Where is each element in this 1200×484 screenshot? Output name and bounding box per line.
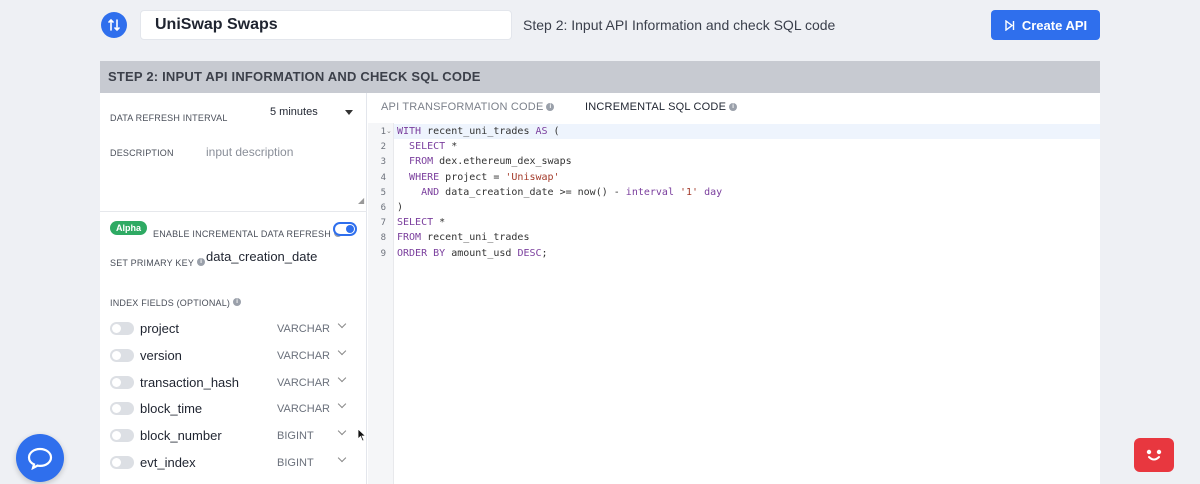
incremental-refresh-label: ENABLE INCREMENTAL DATA REFRESH (153, 229, 331, 239)
index-field-row: version VARCHAR (110, 346, 355, 366)
line-number: 2 (380, 142, 386, 153)
field-name: project (140, 321, 180, 336)
field-type-select[interactable]: BIGINT (277, 430, 314, 442)
index-field-toggle[interactable] (110, 456, 134, 469)
line-number: 9 (380, 248, 386, 259)
index-field-row: evt_index BIGINT (110, 453, 355, 473)
fold-chevron-icon[interactable]: ⌄ (386, 127, 392, 135)
index-field-toggle[interactable] (110, 429, 134, 442)
refresh-interval-row: DATA REFRESH INTERVAL 5 minutes (110, 106, 355, 126)
index-field-toggle[interactable] (110, 376, 134, 389)
field-name: block_number (140, 428, 222, 443)
index-fields-label: INDEX FIELDS (OPTIONAL) (110, 298, 231, 308)
chat-button[interactable] (16, 434, 64, 482)
incremental-refresh-row: ENABLE INCREMENTAL DATA REFRESHi (153, 224, 342, 242)
bot-help-button[interactable] (1134, 438, 1174, 472)
main-panel: STEP 2: INPUT API INFORMATION AND CHECK … (100, 61, 1100, 484)
index-fields-row: INDEX FIELDS (OPTIONAL) i (110, 293, 242, 311)
code-line[interactable]: WHERE project = 'Uniswap' (397, 172, 560, 183)
code-column: API TRANSFORMATION CODE i INCREMENTAL SQL… (368, 93, 1100, 484)
chevron-down-icon[interactable] (337, 426, 347, 436)
field-type-select[interactable]: VARCHAR (277, 377, 330, 389)
field-name: evt_index (140, 455, 196, 470)
alpha-badge: Alpha (110, 221, 148, 235)
code-line[interactable]: AND data_creation_date >= now() - interv… (397, 187, 722, 198)
index-field-row: block_number BIGINT (110, 426, 355, 446)
tab-incremental-sql-label: INCREMENTAL SQL CODE (585, 101, 727, 113)
field-type-select[interactable]: VARCHAR (277, 350, 330, 362)
step-description: Step 2: Input API Information and check … (523, 17, 836, 33)
resize-handle-icon[interactable]: ◢ (358, 196, 364, 205)
bot-face-icon (1146, 449, 1162, 461)
settings-column: DATA REFRESH INTERVAL 5 minutes DESCRIPT… (100, 93, 367, 484)
chevron-down-icon[interactable] (337, 373, 347, 383)
code-line[interactable]: FROM dex.ethereum_dex_swaps (397, 156, 572, 167)
play-skip-icon (1005, 19, 1015, 31)
index-field-toggle[interactable] (110, 322, 134, 335)
description-input[interactable]: input description (206, 145, 293, 159)
caret-down-icon[interactable] (345, 110, 353, 115)
line-number: 3 (380, 157, 386, 168)
index-field-row: project VARCHAR (110, 319, 355, 339)
code-line[interactable]: WITH recent_uni_trades AS ( (397, 126, 560, 137)
info-icon[interactable]: i (729, 103, 738, 112)
line-number: 6 (380, 203, 386, 213)
chevron-down-icon[interactable] (337, 319, 347, 329)
line-number: 5 (380, 187, 386, 198)
line-number: 4 (380, 172, 386, 183)
code-line[interactable]: FROM recent_uni_trades (397, 232, 529, 243)
refresh-interval-label: DATA REFRESH INTERVAL (110, 113, 228, 123)
field-type-select[interactable]: BIGINT (277, 457, 314, 469)
description-label: DESCRIPTION (110, 148, 174, 158)
logo-icon (101, 12, 127, 38)
primary-key-label: SET PRIMARY KEY (110, 258, 195, 268)
index-field-toggle[interactable] (110, 402, 134, 415)
create-api-label: Create API (1021, 17, 1088, 33)
divider (100, 211, 367, 212)
index-field-row: block_time VARCHAR (110, 399, 355, 419)
sql-editor[interactable]: ⌄ 1 WITH recent_uni_trades AS ( 2 SELECT *… (368, 123, 1100, 484)
chat-bubble-icon (27, 447, 53, 470)
create-api-button[interactable]: Create API (991, 10, 1100, 40)
line-number: 7 (380, 218, 386, 229)
api-name-input[interactable]: UniSwap Swaps (140, 10, 512, 40)
primary-key-input[interactable]: data_creation_date (206, 249, 317, 264)
code-line[interactable]: ORDER BY amount_usd DESC; (397, 248, 548, 259)
tab-api-transformation[interactable]: API TRANSFORMATION CODE i (381, 101, 555, 113)
field-name: version (140, 348, 182, 363)
info-icon[interactable]: i (197, 257, 206, 266)
code-line[interactable]: SELECT * (397, 141, 457, 152)
mouse-cursor-icon (357, 428, 367, 447)
line-number: 1 (380, 127, 386, 137)
field-type-select[interactable]: VARCHAR (277, 323, 330, 335)
code-line[interactable]: SELECT * (397, 217, 445, 228)
field-name: transaction_hash (140, 375, 240, 390)
code-line[interactable]: ) (397, 202, 403, 213)
index-field-toggle[interactable] (110, 349, 134, 362)
incremental-refresh-toggle[interactable] (333, 222, 357, 236)
line-number: 8 (380, 233, 386, 244)
chevron-down-icon[interactable] (337, 346, 347, 356)
field-type-select[interactable]: VARCHAR (277, 403, 330, 415)
refresh-interval-select[interactable]: 5 minutes (270, 106, 318, 118)
info-icon[interactable]: i (233, 297, 242, 306)
tab-api-transformation-label: API TRANSFORMATION CODE (381, 101, 544, 113)
chevron-down-icon[interactable] (337, 453, 347, 463)
field-name: block_time (140, 401, 203, 416)
primary-key-row: SET PRIMARY KEY i (110, 253, 206, 271)
index-field-row: transaction_hash VARCHAR (110, 373, 355, 393)
panel-title: STEP 2: INPUT API INFORMATION AND CHECK … (100, 61, 1100, 93)
info-icon[interactable]: i (546, 103, 555, 112)
tab-incremental-sql[interactable]: INCREMENTAL SQL CODE i (585, 101, 738, 113)
chevron-down-icon[interactable] (337, 399, 347, 409)
